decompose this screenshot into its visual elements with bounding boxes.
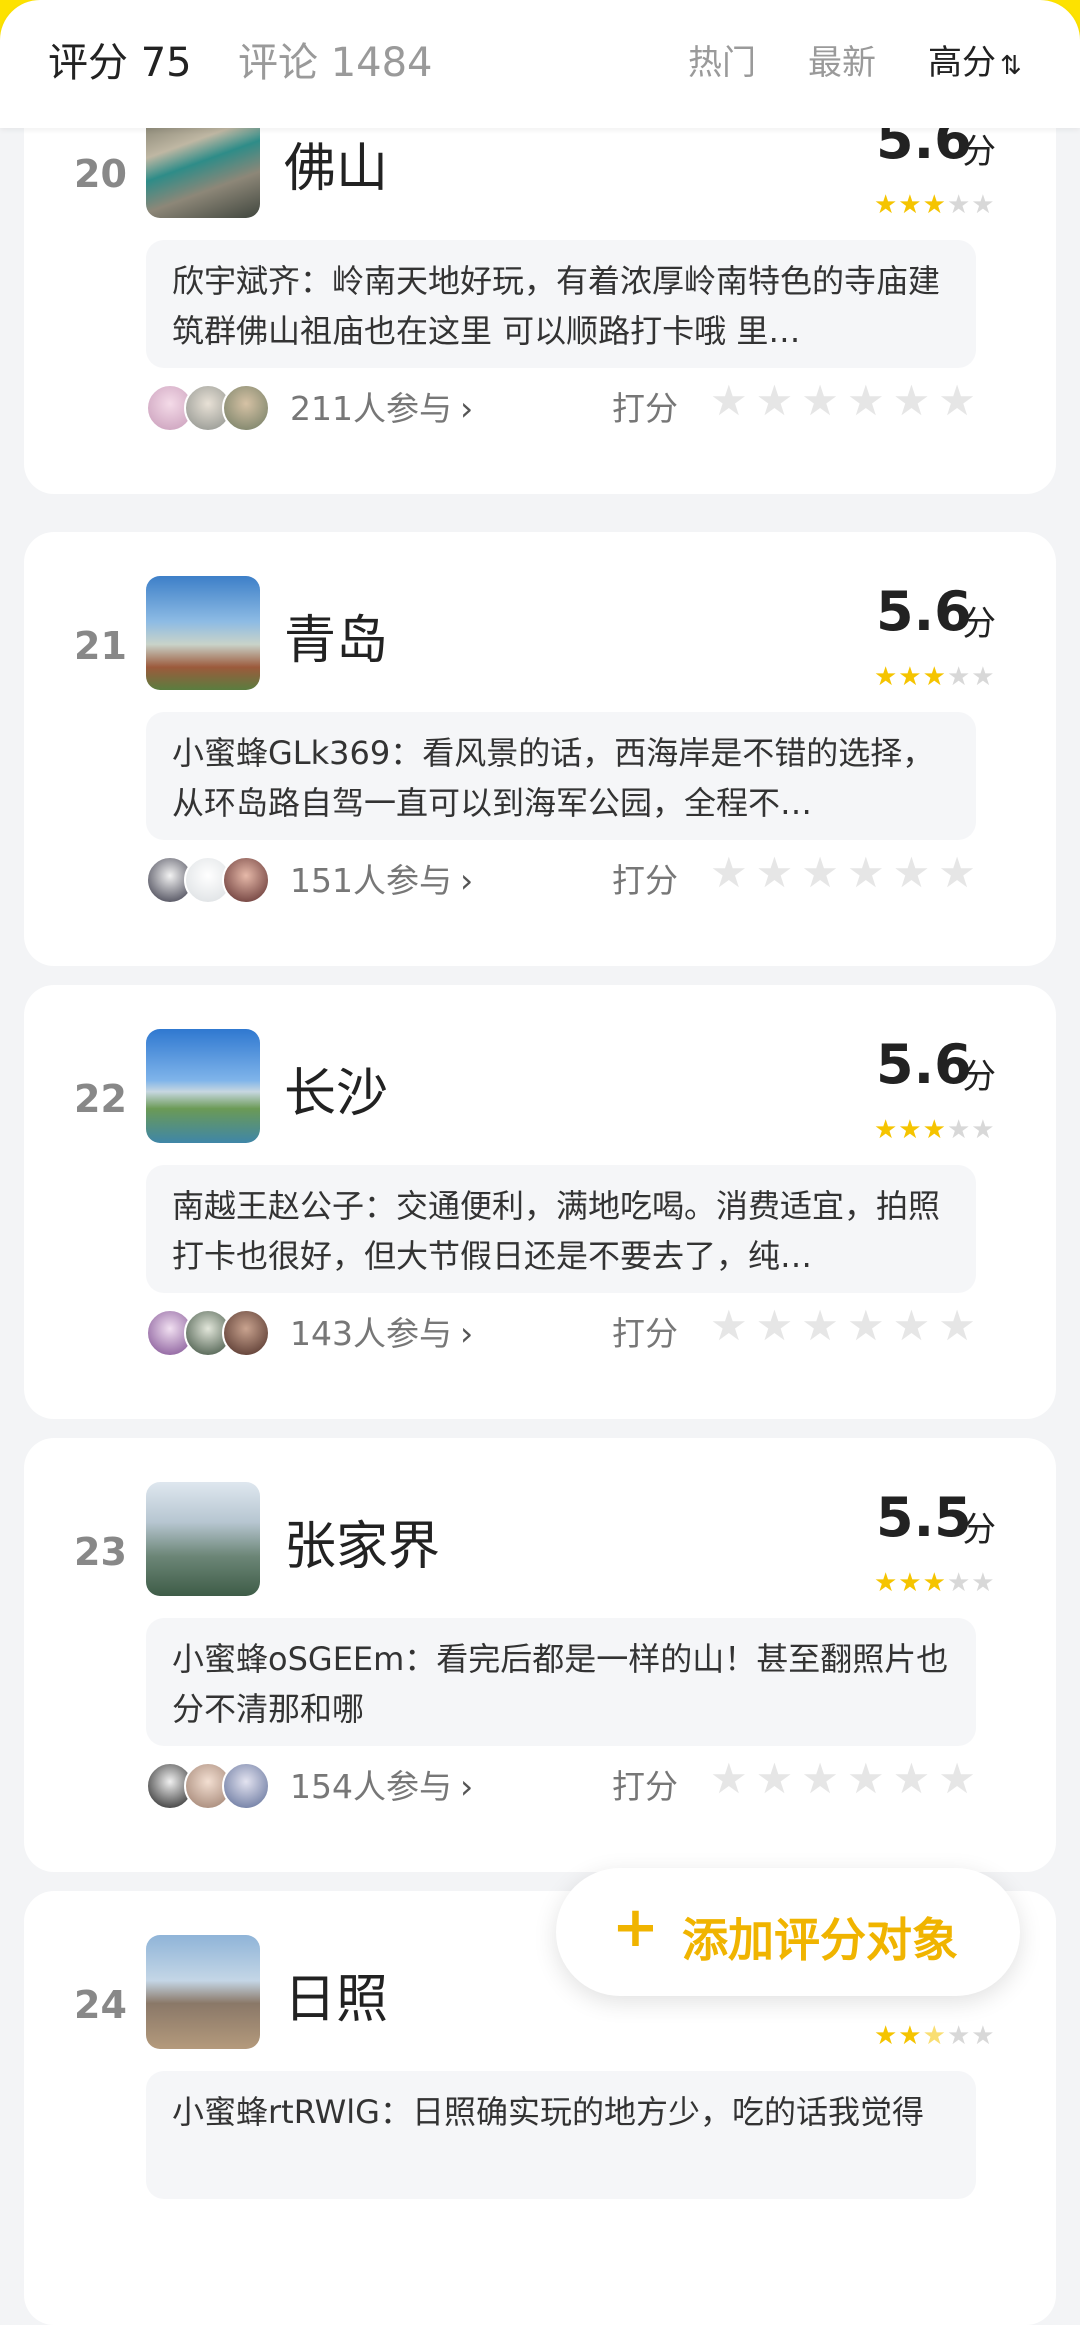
ranking-card[interactable]: 23 张家界 5.5 分 ★★★★★ 小蜜蜂oSGEEm：看完后都是一样的山！甚… (24, 1438, 1056, 1872)
sort-toggle-icon: ⇅ (1000, 51, 1022, 81)
participants-count: 143人参与 (290, 1314, 452, 1353)
city-name[interactable]: 长沙 (284, 1051, 388, 1126)
score-stars: ★★★★★ (874, 1568, 996, 1598)
score-value: 5.5 (876, 1486, 972, 1549)
rate-label: 打分 (612, 1767, 678, 1806)
city-thumbnail (146, 576, 260, 690)
city-name[interactable]: 张家界 (284, 1504, 440, 1579)
avatar (222, 856, 270, 904)
sort-hot[interactable]: 热门 (688, 38, 756, 88)
score-stars: ★★★★★ (874, 1115, 996, 1145)
top-comment[interactable]: 小蜜蜂GLk369：看风景的话，西海岸是不错的选择，从环岛路自驾一直可以到海军公… (146, 712, 976, 840)
top-comment[interactable]: 小蜜蜂rtRWlG：日照确实玩的地方少，吃的话我觉得 (146, 2071, 976, 2199)
participants-count: 154人参与 (290, 1767, 452, 1806)
chevron-right-icon: › (460, 1767, 474, 1806)
avatar (222, 384, 270, 432)
score-value: 5.6 (876, 1033, 972, 1096)
rating-stars-input[interactable]: ★★★★★★ (710, 376, 984, 425)
score-unit: 分 (962, 132, 996, 172)
score-stars: ★★★★★ (874, 190, 996, 220)
app-header: 评分 75 评论 1484 热门 最新 高分 ⇅ (0, 0, 1080, 128)
city-thumbnail (146, 1935, 260, 2049)
top-comment[interactable]: 欣宇斌齐：岭南天地好玩，有着浓厚岭南特色的寺庙建筑群佛山祖庙也在这里 可以顺路打… (146, 240, 976, 368)
tab-score[interactable]: 评分 75 (48, 38, 192, 88)
participant-avatars (146, 1309, 276, 1357)
participants-link[interactable]: 151人参与 › (290, 854, 473, 902)
comment-text: 南越王赵公子：交通便利，满地吃喝。消费适宜，拍照打卡也很好，但大节假日还是不要去… (172, 1187, 941, 1275)
avatar (222, 1309, 270, 1357)
score-stars: ★★★★★ (874, 662, 996, 692)
score-unit: 分 (962, 604, 996, 644)
top-comment[interactable]: 小蜜蜂oSGEEm：看完后都是一样的山！甚至翻照片也分不清那和哪 (146, 1618, 976, 1746)
comment-text: 小蜜蜂oSGEEm：看完后都是一样的山！甚至翻照片也分不清那和哪 (172, 1640, 949, 1728)
sort-high[interactable]: 高分 ⇅ (928, 38, 1022, 91)
city-thumbnail (146, 1482, 260, 1596)
participants-link[interactable]: 211人参与 › (290, 382, 473, 430)
participant-avatars (146, 1762, 276, 1810)
ranking-card[interactable]: 21 青岛 5.6 分 ★★★★★ 小蜜蜂GLk369：看风景的话，西海岸是不错… (24, 532, 1056, 966)
chevron-right-icon: › (460, 389, 474, 428)
fab-label: 添加评分对象 (682, 1913, 958, 1967)
ranking-card[interactable]: 22 长沙 5.6 分 ★★★★★ 南越王赵公子：交通便利，满地吃喝。消费适宜，… (24, 985, 1056, 1419)
city-name[interactable]: 佛山 (284, 126, 388, 201)
participants-count: 151人参与 (290, 861, 452, 900)
city-name[interactable]: 青岛 (284, 598, 388, 673)
score-unit: 分 (962, 1510, 996, 1550)
rating-stars-input[interactable]: ★★★★★★ (710, 1301, 984, 1350)
sort-high-label: 高分 (928, 43, 996, 83)
chevron-right-icon: › (460, 1314, 474, 1353)
rate-label: 打分 (612, 1314, 678, 1353)
rate-label: 打分 (612, 861, 678, 900)
comment-text: 小蜜蜂GLk369：看风景的话，西海岸是不错的选择，从环岛路自驾一直可以到海军公… (172, 734, 935, 822)
comment-text: 小蜜蜂rtRWlG：日照确实玩的地方少，吃的话我觉得 (172, 2093, 924, 2131)
rate-label: 打分 (612, 389, 678, 428)
score-unit: 分 (962, 1057, 996, 1097)
chevron-right-icon: › (460, 861, 474, 900)
rating-stars-input[interactable]: ★★★★★★ (710, 848, 984, 897)
add-rating-object-button[interactable]: + 添加评分对象 (556, 1868, 1020, 1996)
participant-avatars (146, 856, 276, 904)
participant-avatars (146, 384, 276, 432)
city-name[interactable]: 日照 (284, 1957, 388, 2032)
score-value: 5.6 (876, 580, 972, 643)
ranking-feed: 20 佛山 5.6 分 ★★★★★ 欣宇斌齐：岭南天地好玩，有着浓厚岭南特色的寺… (0, 0, 1080, 2325)
score-stars: ★★★★★ (874, 2021, 996, 2051)
tab-comments[interactable]: 评论 1484 (238, 38, 433, 88)
comment-text: 欣宇斌齐：岭南天地好玩，有着浓厚岭南特色的寺庙建筑群佛山祖庙也在这里 可以顺路打… (172, 262, 941, 350)
participants-count: 211人参与 (290, 389, 452, 428)
rating-stars-input[interactable]: ★★★★★★ (710, 1754, 984, 1803)
sort-new[interactable]: 最新 (808, 38, 876, 88)
participants-link[interactable]: 143人参与 › (290, 1307, 473, 1355)
plus-icon: + (612, 1895, 659, 1960)
avatar (222, 1762, 270, 1810)
top-comment[interactable]: 南越王赵公子：交通便利，满地吃喝。消费适宜，拍照打卡也很好，但大节假日还是不要去… (146, 1165, 976, 1293)
participants-link[interactable]: 154人参与 › (290, 1760, 473, 1808)
city-thumbnail (146, 1029, 260, 1143)
